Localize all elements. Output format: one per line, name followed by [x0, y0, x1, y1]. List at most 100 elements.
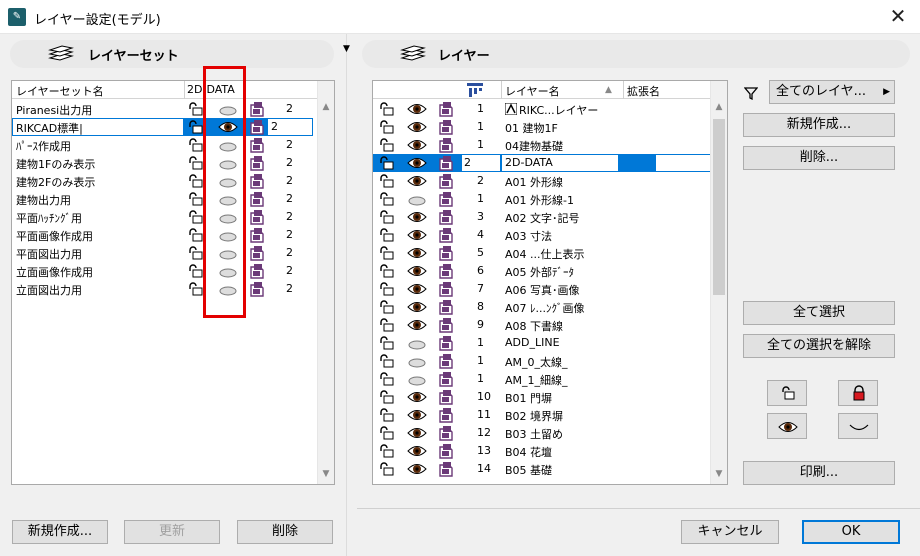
- unlock-icon[interactable]: [188, 264, 204, 278]
- visible-eye-icon[interactable]: [407, 426, 427, 440]
- print-button[interactable]: 印刷...: [743, 461, 895, 485]
- scroll-down-icon[interactable]: ▼: [318, 466, 334, 482]
- unlock-icon[interactable]: [379, 174, 395, 188]
- layer-row[interactable]: 4 A03 寸法: [373, 226, 727, 244]
- visible-eye-icon[interactable]: [407, 390, 427, 404]
- unlock-icon[interactable]: [188, 102, 204, 116]
- visible-eye-icon[interactable]: [407, 462, 427, 476]
- layer-set-row[interactable]: 建物2Fのみ表示 2: [12, 172, 334, 190]
- unlock-icon[interactable]: [379, 408, 395, 422]
- hidden-eye-icon[interactable]: [407, 372, 427, 386]
- unlock-icon[interactable]: [379, 462, 395, 476]
- layer-document-icon[interactable]: [250, 119, 264, 135]
- unlock-icon[interactable]: [379, 264, 395, 278]
- layer-document-icon[interactable]: [439, 173, 453, 189]
- unlock-icon[interactable]: [188, 246, 204, 260]
- delete-layer-set-button[interactable]: 削除: [237, 520, 333, 544]
- layer-document-icon[interactable]: [439, 191, 453, 207]
- unlock-icon[interactable]: [379, 228, 395, 242]
- unlock-icon[interactable]: [188, 120, 204, 134]
- layer-set-row[interactable]: ﾊﾟｰｽ作成用 2: [12, 136, 334, 154]
- unlock-icon[interactable]: [188, 192, 204, 206]
- layer-row[interactable]: 7 A06 写真･画像: [373, 280, 727, 298]
- unlock-icon[interactable]: [379, 300, 395, 314]
- unlock-icon[interactable]: [188, 174, 204, 188]
- layer-row[interactable]: 8 A07 ﾚ...ﾝｸﾞ画像: [373, 298, 727, 316]
- layer-row[interactable]: 1 01 建物1F: [373, 118, 727, 136]
- pane-menu-arrow-icon[interactable]: ▼: [343, 44, 350, 54]
- layer-row[interactable]: 2 A01 外形線: [373, 172, 727, 190]
- layer-set-row[interactable]: 平面図出力用 2: [12, 244, 334, 262]
- layer-document-icon[interactable]: [250, 155, 264, 171]
- layer-document-icon[interactable]: [439, 245, 453, 261]
- unlock-icon[interactable]: [188, 228, 204, 242]
- layer-document-icon[interactable]: [439, 335, 453, 351]
- column-header-layer-name[interactable]: レイヤー名: [505, 83, 560, 99]
- unlock-icon[interactable]: [379, 246, 395, 260]
- hidden-eye-icon[interactable]: [407, 336, 427, 350]
- unlock-icon[interactable]: [379, 138, 395, 152]
- layer-document-icon[interactable]: [439, 407, 453, 423]
- layer-row[interactable]: 2 2D-DATA: [373, 154, 727, 172]
- new-layer-button[interactable]: 新規作成...: [743, 113, 895, 137]
- sort-ascending-icon[interactable]: ▲: [605, 85, 612, 95]
- layer-document-icon[interactable]: [250, 173, 264, 189]
- layer-set-row[interactable]: 立面図出力用 2: [12, 280, 334, 298]
- layer-row[interactable]: 5 A04 ...仕上表示: [373, 244, 727, 262]
- layer-row[interactable]: 13 B04 花壇: [373, 442, 727, 460]
- layer-row[interactable]: 3 A02 文字･記号: [373, 208, 727, 226]
- layer-document-icon[interactable]: [439, 353, 453, 369]
- layer-document-icon[interactable]: [439, 371, 453, 387]
- right-scrollbar[interactable]: ▲ ▼: [710, 81, 727, 484]
- layer-document-icon[interactable]: [439, 299, 453, 315]
- layer-document-icon[interactable]: [250, 209, 264, 225]
- layer-document-icon[interactable]: [439, 281, 453, 297]
- layer-row[interactable]: 14 B05 基礎: [373, 460, 727, 478]
- visible-eye-icon[interactable]: [407, 138, 427, 152]
- update-layer-set-button[interactable]: 更新: [124, 520, 220, 544]
- unlock-icon[interactable]: [379, 318, 395, 332]
- unlock-icon[interactable]: [379, 390, 395, 404]
- visible-eye-icon[interactable]: [407, 246, 427, 260]
- unlock-icon[interactable]: [379, 444, 395, 458]
- layer-document-icon[interactable]: [439, 389, 453, 405]
- layer-intersection-icon[interactable]: [467, 83, 483, 97]
- layer-row[interactable]: 1 ADD_LINE: [373, 334, 727, 352]
- visible-eye-icon[interactable]: [407, 174, 427, 188]
- unlock-icon[interactable]: [188, 282, 204, 296]
- unlock-icon[interactable]: [188, 156, 204, 170]
- layer-row[interactable]: 12 B03 土留め: [373, 424, 727, 442]
- visible-eye-icon[interactable]: [407, 300, 427, 314]
- scroll-down-icon[interactable]: ▼: [711, 466, 727, 482]
- layer-document-icon[interactable]: [250, 137, 264, 153]
- layer-set-row[interactable]: 立面画像作成用 2: [12, 262, 334, 280]
- unlock-icon[interactable]: [379, 156, 395, 170]
- unlock-icon[interactable]: [379, 210, 395, 224]
- visible-eye-icon[interactable]: [407, 120, 427, 134]
- unlock-icon[interactable]: [379, 426, 395, 440]
- layer-document-icon[interactable]: [439, 227, 453, 243]
- layer-document-icon[interactable]: [250, 281, 264, 297]
- layer-set-row[interactable]: 平面ﾊｯﾁﾝｸﾞ用 2: [12, 208, 334, 226]
- layer-document-icon[interactable]: [439, 263, 453, 279]
- scroll-up-icon[interactable]: ▲: [711, 99, 727, 115]
- layer-row[interactable]: 1 04建物基礎: [373, 136, 727, 154]
- unlock-icon[interactable]: [379, 372, 395, 386]
- visible-eye-icon[interactable]: [407, 408, 427, 422]
- layer-document-icon[interactable]: [250, 101, 264, 117]
- left-scrollbar[interactable]: ▲ ▼: [317, 81, 334, 484]
- visible-eye-icon[interactable]: [407, 264, 427, 278]
- hidden-eye-icon[interactable]: [407, 192, 427, 206]
- layer-document-icon[interactable]: [439, 425, 453, 441]
- visible-eye-icon[interactable]: [407, 444, 427, 458]
- unlock-button[interactable]: [767, 380, 807, 406]
- layer-set-row[interactable]: 建物出力用 2: [12, 190, 334, 208]
- ok-button[interactable]: OK: [802, 520, 900, 544]
- layer-row[interactable]: 11 B02 境界塀: [373, 406, 727, 424]
- layer-row[interactable]: 10 B01 門塀: [373, 388, 727, 406]
- delete-layer-button[interactable]: 削除...: [743, 146, 895, 170]
- layer-document-icon[interactable]: [439, 317, 453, 333]
- layer-document-icon[interactable]: [250, 227, 264, 243]
- layer-document-icon[interactable]: [439, 461, 453, 477]
- layer-filter-dropdown[interactable]: 全てのレイヤ... ▶: [769, 80, 895, 104]
